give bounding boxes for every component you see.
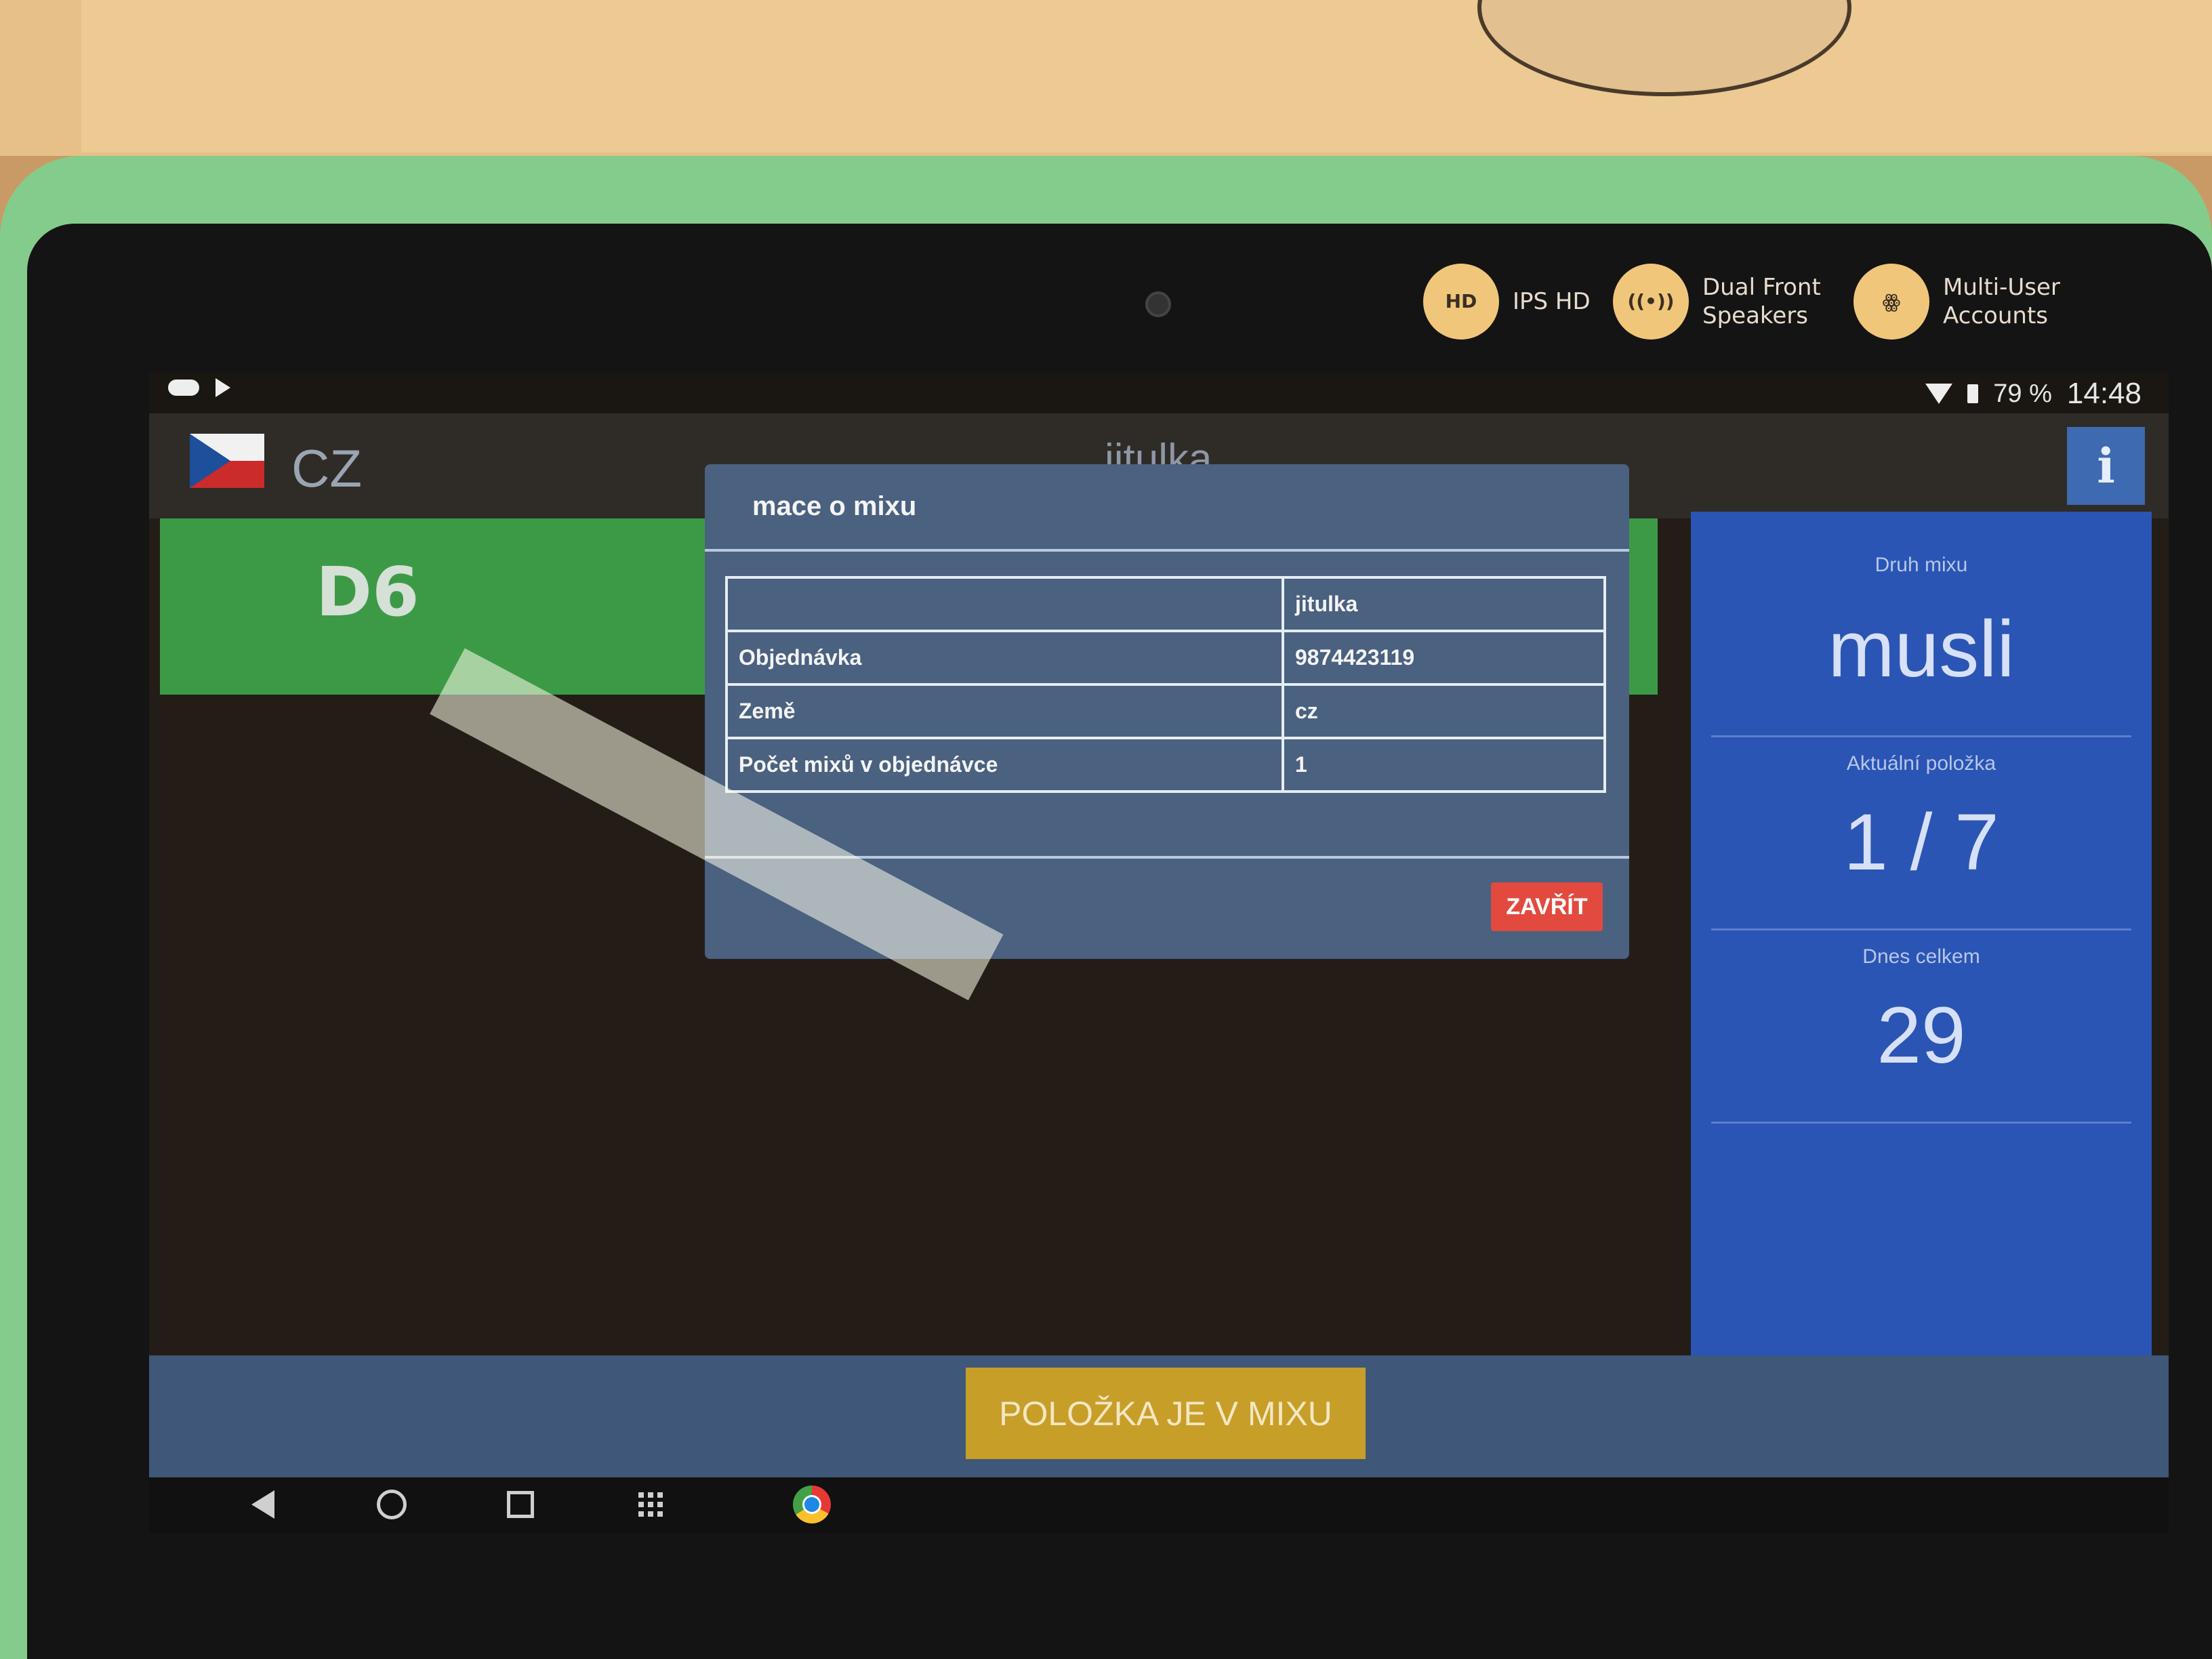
table-cell-value: cz bbox=[1282, 683, 1606, 739]
divider bbox=[1711, 735, 2131, 737]
feature-ips-hd: HD IPS HD bbox=[1423, 258, 1591, 346]
current-item-value: 1 / 7 bbox=[1843, 798, 1999, 887]
mix-type-value: musli bbox=[1828, 605, 2015, 694]
today-total-caption: Dnes celkem bbox=[1862, 945, 1980, 968]
wifi-icon bbox=[1925, 384, 1953, 404]
mix-type-caption: Druh mixu bbox=[1875, 554, 1968, 576]
back-icon[interactable] bbox=[244, 1486, 282, 1523]
recent-apps-icon[interactable] bbox=[501, 1486, 539, 1523]
dialog-title: mace o mixu bbox=[752, 491, 917, 521]
divider bbox=[1711, 1122, 2131, 1124]
table-cell-value: 1 bbox=[1282, 737, 1606, 793]
table-row: Země cz bbox=[725, 683, 1606, 739]
front-camera bbox=[1145, 291, 1171, 317]
feature-label: Dual Front bbox=[1702, 274, 1821, 301]
table-cell-value: 9874423119 bbox=[1282, 630, 1606, 686]
czech-flag-icon bbox=[190, 434, 264, 488]
dialog-divider bbox=[705, 856, 1629, 859]
mix-info-dialog: mace o mixu jitulka Objednávka 987442311… bbox=[705, 464, 1629, 959]
table-cell-label: Počet mixů v objednávce bbox=[725, 737, 1284, 793]
stats-panel: Druh mixu musli Aktuální položka 1 / 7 D… bbox=[1691, 512, 2152, 1372]
device-feature-strip: HD IPS HD ((•)) Dual Front Speakers ꙮ Mu… bbox=[1410, 244, 2212, 366]
dialog-divider bbox=[705, 549, 1629, 552]
feature-label: IPS HD bbox=[1513, 288, 1591, 315]
speaker-icon: ((•)) bbox=[1613, 264, 1689, 340]
cloud-icon bbox=[168, 380, 199, 396]
tablet-screen: 79 % 14:48 CZ jitulka i D6 Druh mixu mus… bbox=[149, 373, 2169, 1533]
battery-icon bbox=[1967, 384, 1979, 403]
bottom-action-bar: POLOŽKA JE V MIXU bbox=[149, 1355, 2169, 1477]
hd-icon: HD bbox=[1423, 264, 1499, 340]
info-button[interactable]: i bbox=[2067, 427, 2145, 505]
slot-label: D6 bbox=[316, 552, 419, 632]
app-drawer-icon[interactable] bbox=[632, 1486, 670, 1523]
table-cell-label: Země bbox=[725, 683, 1284, 739]
current-item-caption: Aktuální položka bbox=[1846, 752, 1996, 775]
multi-user-icon: ꙮ bbox=[1853, 264, 1929, 340]
item-in-mix-button[interactable]: POLOŽKA JE V MIXU bbox=[966, 1368, 1366, 1459]
play-store-icon bbox=[216, 378, 230, 397]
divider bbox=[1711, 928, 2131, 930]
feature-dual-speakers: ((•)) Dual Front Speakers bbox=[1613, 258, 1821, 346]
chrome-icon[interactable] bbox=[793, 1486, 831, 1523]
background-shelf bbox=[81, 0, 2212, 152]
table-row: Počet mixů v objednávce 1 bbox=[725, 737, 1606, 793]
table-row: jitulka bbox=[725, 576, 1606, 632]
close-button[interactable]: ZAVŘÍT bbox=[1491, 882, 1603, 931]
clock: 14:48 bbox=[2066, 377, 2142, 410]
feature-label: Multi-User bbox=[1943, 274, 2060, 301]
feature-multi-user: ꙮ Multi-User Accounts bbox=[1853, 258, 2060, 346]
android-nav-bar bbox=[149, 1477, 2169, 1533]
country-code: CZ bbox=[291, 438, 362, 498]
home-icon[interactable] bbox=[373, 1486, 411, 1523]
battery-percent: 79 % bbox=[1993, 379, 2052, 408]
table-row: Objednávka 9874423119 bbox=[725, 630, 1606, 686]
feature-label: Speakers bbox=[1702, 302, 1809, 329]
table-cell-label: Objednávka bbox=[725, 630, 1284, 686]
today-total-value: 29 bbox=[1877, 991, 1966, 1080]
table-cell-value: jitulka bbox=[1282, 576, 1606, 632]
table-cell-label bbox=[725, 576, 1284, 632]
feature-label: Accounts bbox=[1943, 302, 2048, 329]
status-bar: 79 % 14:48 bbox=[149, 373, 2169, 413]
mix-info-table: jitulka Objednávka 9874423119 Země cz Po… bbox=[725, 576, 1606, 793]
